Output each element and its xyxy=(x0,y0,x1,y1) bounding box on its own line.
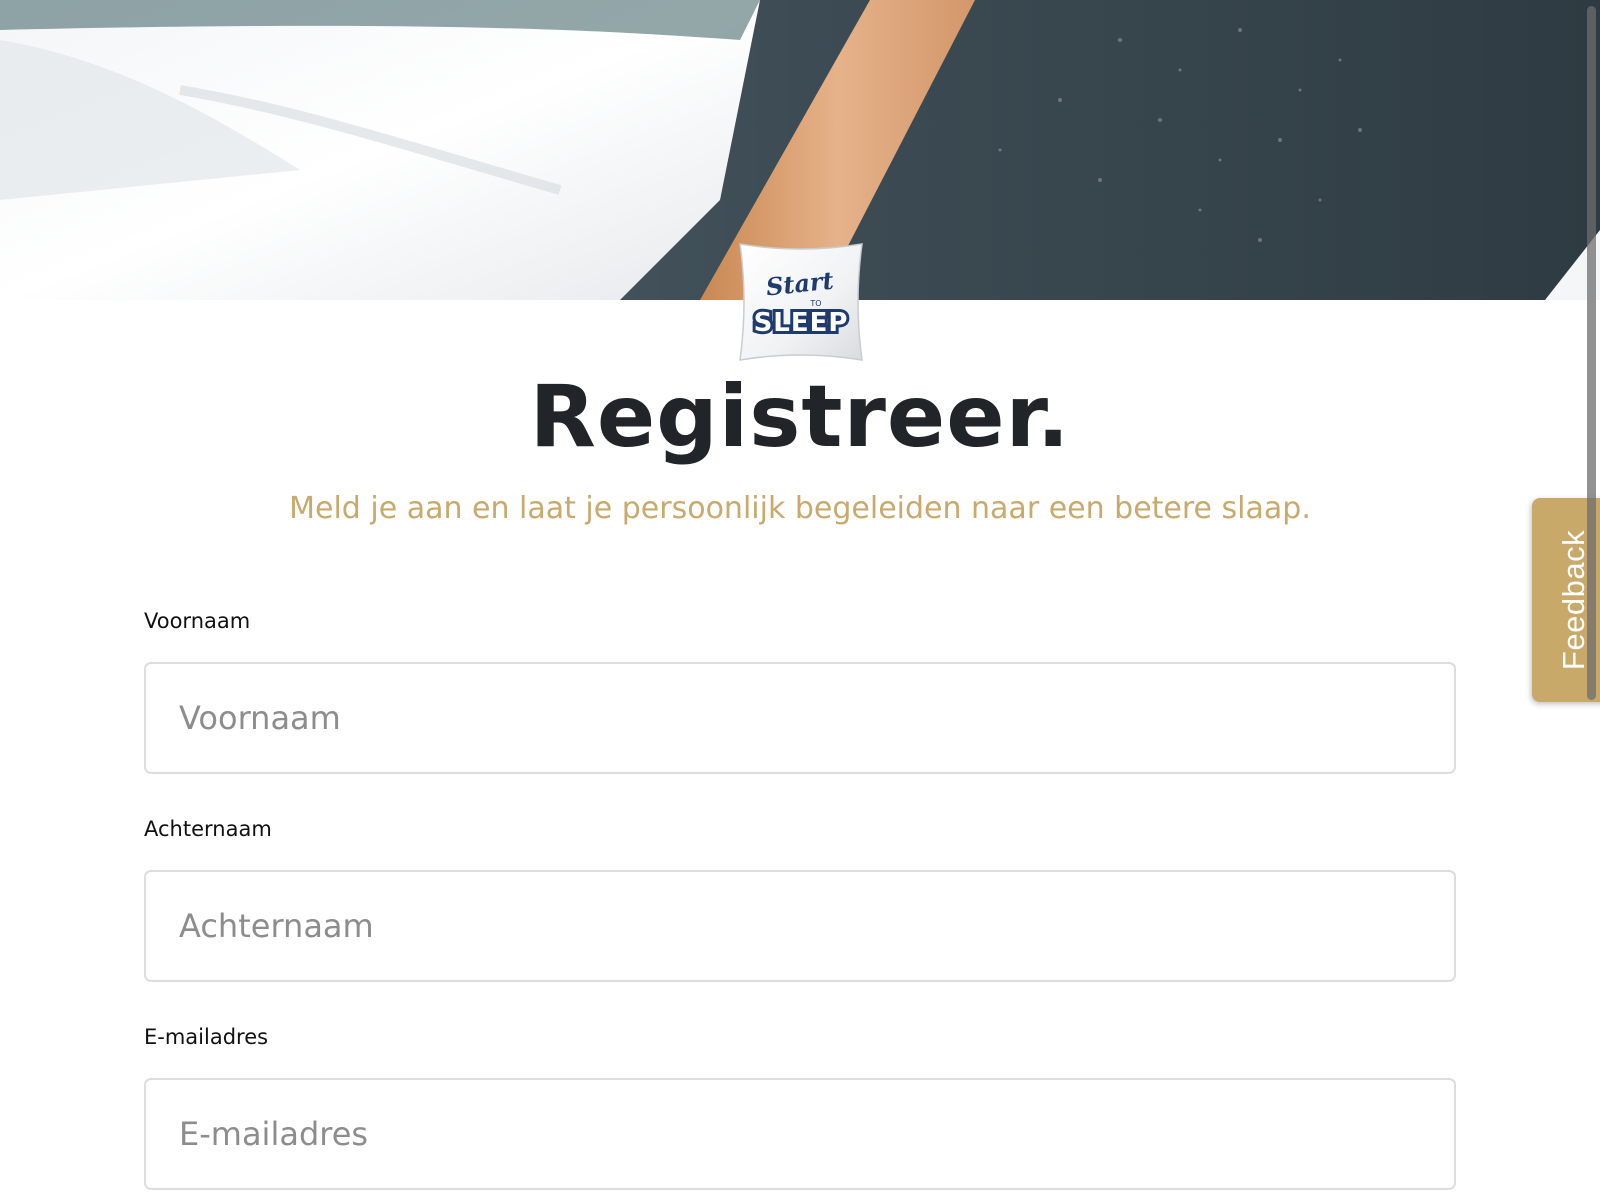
pillow-logo-icon: Start TO SLEEP xyxy=(739,243,863,361)
email-label: E-mailadres xyxy=(144,1025,269,1049)
start-to-sleep-logo[interactable]: Start TO SLEEP xyxy=(736,240,866,364)
scrollbar-thumb[interactable] xyxy=(1587,6,1596,700)
first-name-input[interactable] xyxy=(144,662,1456,774)
page-scrollbar[interactable] xyxy=(1583,0,1600,1200)
logo-sleep-text: SLEEP xyxy=(754,308,849,338)
page-title: Registreer. xyxy=(529,367,1071,467)
last-name-input[interactable] xyxy=(144,870,1456,982)
first-name-label: Voornaam xyxy=(144,609,251,633)
page-subtitle: Meld je aan en laat je persoonlijk begel… xyxy=(289,491,1311,526)
email-input[interactable] xyxy=(144,1078,1456,1190)
logo-to-text: TO xyxy=(809,299,821,308)
last-name-label: Achternaam xyxy=(144,817,272,841)
